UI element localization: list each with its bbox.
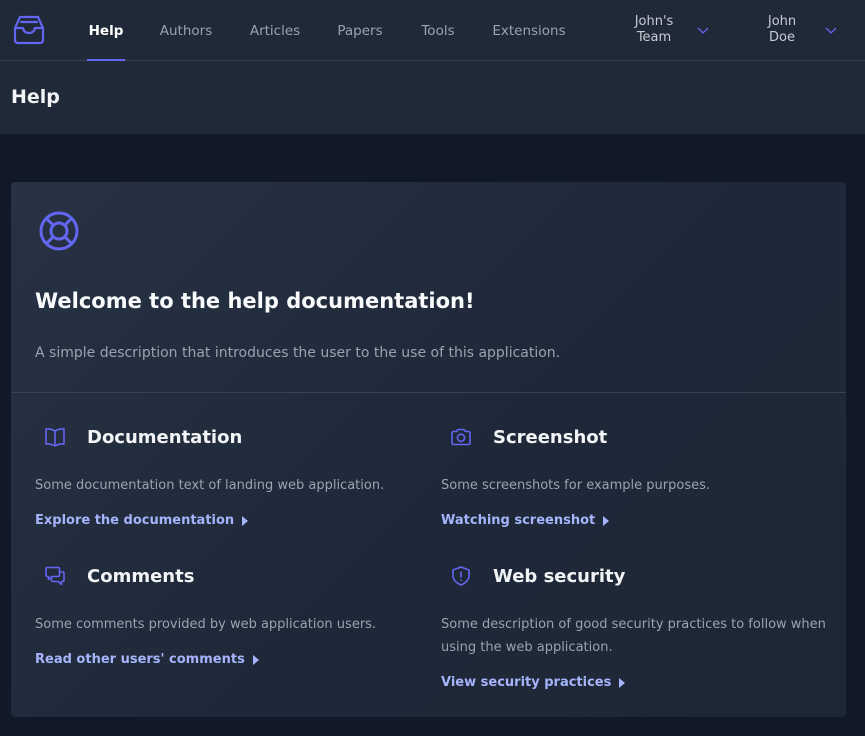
section-title: Web security [493, 566, 626, 587]
link-label: View security practices [441, 675, 612, 690]
caret-right-icon [242, 515, 249, 526]
chevron-down-icon [697, 27, 709, 34]
section-title: Documentation [87, 427, 243, 448]
section-comments: Comments Some comments provided by web a… [35, 564, 430, 674]
inbox-stack-logo[interactable] [12, 12, 46, 46]
help-card: Welcome to the help documentation! A sim… [11, 182, 846, 717]
user-menu-label: John Doe [767, 14, 797, 45]
nav-extensions[interactable]: Extensions [492, 0, 565, 61]
section-title: Screenshot [493, 427, 608, 448]
nav-help[interactable]: Help [87, 0, 125, 61]
chevron-down-icon [825, 27, 837, 34]
top-navbar: Help Authors Articles Papers Tools Exten… [0, 0, 865, 61]
watching-screenshot-link[interactable]: Watching screenshot [441, 513, 610, 528]
section-title: Comments [87, 566, 195, 587]
link-label: Read other users' comments [35, 652, 245, 667]
caret-right-icon [603, 515, 610, 526]
section-text: Some documentation text of landing web a… [35, 478, 385, 493]
hero-title: Welcome to the help documentation! [35, 289, 475, 313]
team-menu-button[interactable]: John's Team [626, 10, 710, 50]
link-label: Explore the documentation [35, 513, 235, 528]
view-security-practices-link[interactable]: View security practices [441, 675, 626, 690]
nav-authors[interactable]: Authors [159, 0, 213, 61]
camera-icon [451, 428, 471, 446]
nav-tools[interactable]: Tools [419, 0, 457, 61]
section-text: Some description of good security practi… [441, 617, 826, 655]
page-title: Help [11, 86, 60, 108]
section-text: Some comments provided by web applicatio… [35, 617, 377, 632]
link-label: Watching screenshot [441, 513, 596, 528]
caret-right-icon [252, 654, 259, 665]
section-text: Some screenshots for example purposes. [441, 478, 710, 493]
team-menu-label: John's Team [634, 14, 674, 45]
divider [11, 392, 846, 393]
section-screenshot: Screenshot Some screenshots for example … [441, 425, 836, 535]
explore-documentation-link[interactable]: Explore the documentation [35, 513, 249, 528]
shield-icon [452, 566, 470, 586]
page-header: Help [0, 61, 865, 134]
chat-bubbles-icon [45, 566, 65, 586]
book-open-icon [45, 428, 65, 447]
read-comments-link[interactable]: Read other users' comments [35, 652, 259, 667]
caret-right-icon [619, 677, 626, 688]
lifebuoy-icon [39, 211, 79, 251]
nav-articles[interactable]: Articles [249, 0, 301, 61]
section-documentation: Documentation Some documentation text of… [35, 425, 430, 535]
user-menu-button[interactable]: John Doe [754, 10, 838, 50]
nav-papers[interactable]: Papers [337, 0, 383, 61]
section-web-security: Web security Some description of good se… [441, 564, 836, 694]
help-hero: Welcome to the help documentation! A sim… [11, 182, 846, 392]
hero-description: A simple description that introduces the… [35, 345, 561, 361]
